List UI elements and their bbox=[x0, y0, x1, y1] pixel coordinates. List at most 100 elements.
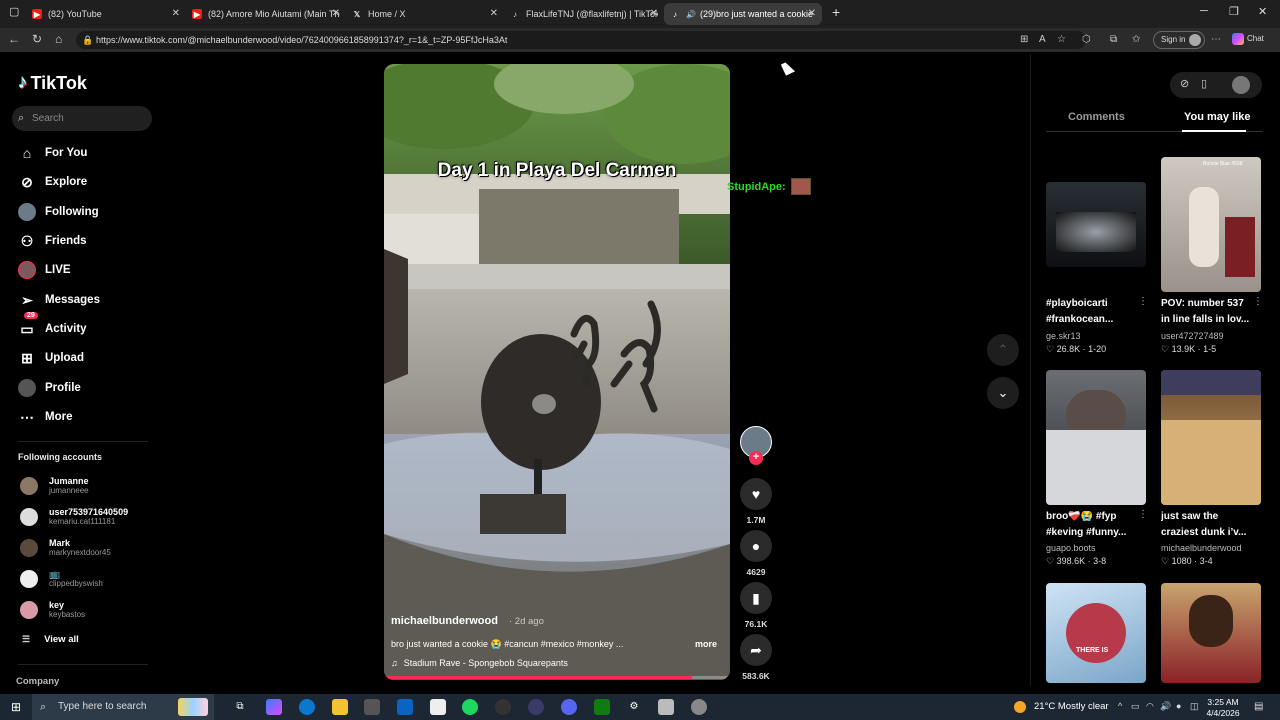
nav-more[interactable]: ⋯ More bbox=[18, 406, 72, 428]
favorite-star-icon[interactable]: ☆ bbox=[1057, 34, 1066, 45]
tiktok-logo[interactable]: ♪ TikTok bbox=[18, 72, 87, 94]
notifications-icon[interactable]: ▤ bbox=[1254, 701, 1263, 712]
language-icon[interactable]: ◫ bbox=[1190, 701, 1199, 712]
previous-video-button[interactable]: ⌃ bbox=[987, 334, 1019, 366]
volume-icon[interactable]: 🔊 bbox=[1160, 701, 1171, 712]
video-player[interactable]: Day 1 in Playa Del Carmen michaelbunderw… bbox=[384, 64, 730, 680]
nav-friends[interactable]: ⚇ Friends bbox=[18, 230, 87, 252]
more-dots-icon[interactable]: ⋮ bbox=[1138, 509, 1148, 520]
close-window-icon[interactable]: ✕ bbox=[1258, 5, 1267, 18]
nav-following[interactable]: Following bbox=[18, 201, 99, 223]
copilot-chat-button[interactable]: Chat bbox=[1232, 33, 1264, 45]
extensions-icon[interactable]: ⬡ bbox=[1082, 34, 1091, 45]
tab-you-may-like[interactable]: You may like bbox=[1184, 111, 1250, 123]
task-view-icon[interactable]: ⧉ bbox=[232, 699, 248, 715]
nav-live[interactable]: LIVE bbox=[18, 259, 71, 281]
card-stats: ♡ 1080 · 3-4 bbox=[1161, 556, 1213, 566]
xbox-icon[interactable] bbox=[594, 699, 610, 715]
read-aloud-icon[interactable]: A bbox=[1039, 34, 1046, 45]
video-progress-bar[interactable] bbox=[384, 676, 730, 679]
follow-plus-icon[interactable]: + bbox=[749, 451, 763, 465]
close-tab-icon[interactable]: ✕ bbox=[808, 8, 816, 19]
search-icon: ⌕ bbox=[18, 112, 25, 124]
paper-plane-icon: ➢ bbox=[21, 291, 33, 308]
close-tab-icon[interactable]: ✕ bbox=[650, 8, 658, 19]
tab-comments[interactable]: Comments bbox=[1068, 111, 1125, 123]
app-circle-icon[interactable] bbox=[691, 699, 707, 715]
home-icon[interactable]: ⌂ bbox=[55, 32, 62, 46]
system-clock[interactable]: 3:25 AM 4/4/2026 bbox=[1204, 697, 1242, 719]
view-all-link[interactable]: ☰ View all bbox=[22, 634, 79, 645]
account-name: Jumanne bbox=[49, 476, 89, 486]
profile-avatar-icon[interactable] bbox=[1232, 76, 1250, 94]
share-button[interactable]: ➦ 583.6K bbox=[740, 634, 772, 681]
edge-icon[interactable] bbox=[299, 699, 315, 715]
network-icon[interactable]: ▭ bbox=[1131, 701, 1140, 712]
copilot-icon[interactable] bbox=[266, 699, 282, 715]
split-screen-icon[interactable]: ⧉ bbox=[1110, 34, 1117, 45]
obs-icon[interactable] bbox=[495, 699, 511, 715]
close-tab-icon[interactable]: ✕ bbox=[490, 8, 498, 19]
minimize-icon[interactable]: ─ bbox=[1200, 5, 1208, 17]
close-tab-icon[interactable]: ✕ bbox=[172, 8, 180, 19]
tray-chevron-icon[interactable]: ^ bbox=[1118, 701, 1122, 711]
sign-in-button[interactable]: Sign in bbox=[1153, 31, 1205, 49]
browser-tab-flaxlife[interactable]: ♪ FlaxLifeTNJ (@flaxlifetnj) | TikTok ✕ bbox=[504, 3, 664, 25]
file-explorer-icon[interactable] bbox=[332, 699, 348, 715]
like-button[interactable]: ♥ 1.7M bbox=[740, 478, 772, 525]
save-button[interactable]: ▮ 76.1K bbox=[740, 582, 772, 629]
settings-gear-icon[interactable]: ⚙ bbox=[626, 699, 642, 715]
spotify-icon[interactable] bbox=[462, 699, 478, 715]
nav-label: For You bbox=[45, 147, 88, 159]
weather-widget[interactable]: 21°C Mostly clear bbox=[1014, 694, 1109, 720]
nav-explore[interactable]: ⊘ Explore bbox=[18, 171, 87, 193]
tab-actions-icon[interactable]: ▢ bbox=[9, 5, 19, 18]
comment-button[interactable]: ● 4629 bbox=[740, 530, 772, 577]
browser-tab-x[interactable]: 𝕏 Home / X ✕ bbox=[346, 3, 504, 25]
windows-start-icon[interactable]: ⊞ bbox=[8, 699, 24, 715]
video-thumbnail: Bonnie Blue #538 bbox=[1161, 157, 1261, 292]
avatar bbox=[20, 601, 38, 619]
more-dots-icon[interactable]: ⋮ bbox=[1138, 296, 1148, 307]
card-title-line2: in line falls in lov... bbox=[1161, 314, 1250, 325]
document-icon[interactable] bbox=[430, 699, 446, 715]
browser-tab-youtube[interactable]: ▶ (82) YouTube ✕ bbox=[26, 3, 186, 25]
more-button[interactable]: more bbox=[695, 639, 717, 649]
speaker-icon[interactable]: 🔊 bbox=[686, 9, 696, 19]
back-icon[interactable]: ← bbox=[8, 32, 20, 46]
card-likes: 26.8K bbox=[1056, 344, 1081, 354]
store-icon[interactable] bbox=[364, 699, 380, 715]
app-available-icon[interactable]: ⊞ bbox=[1020, 34, 1028, 45]
more-dots-icon[interactable]: ⋮ bbox=[1253, 296, 1263, 307]
wifi-icon[interactable]: ◠ bbox=[1146, 701, 1154, 712]
video-author[interactable]: michaelbunderwood bbox=[391, 615, 498, 627]
music-link[interactable]: ♫ Stadium Rave - Spongebob Squarepants bbox=[391, 658, 568, 668]
search-input[interactable]: ⌕ Search bbox=[12, 106, 152, 131]
next-video-button[interactable]: ⌄ bbox=[987, 377, 1019, 409]
taskbar-search[interactable]: ⌕ Type here to search bbox=[32, 694, 214, 720]
favorites-icon[interactable]: ✩ bbox=[1132, 34, 1140, 45]
new-tab-icon[interactable]: + bbox=[832, 4, 840, 20]
company-heading[interactable]: Company bbox=[16, 676, 59, 687]
media-app-icon[interactable] bbox=[528, 699, 544, 715]
url-field[interactable]: 🔒 https://www.tiktok.com/@michaelbunderw… bbox=[76, 31, 1086, 49]
nav-upload[interactable]: ⊞ Upload bbox=[18, 347, 84, 369]
mail-icon[interactable] bbox=[397, 699, 413, 715]
nav-for-you[interactable]: ⌂ For You bbox=[18, 142, 88, 164]
nav-messages[interactable]: ➢ Messages bbox=[18, 289, 100, 311]
more-options-icon[interactable]: ⋯ bbox=[1211, 34, 1221, 45]
close-tab-icon[interactable]: ✕ bbox=[332, 8, 340, 19]
nav-label: LIVE bbox=[45, 264, 71, 276]
refresh-icon[interactable]: ↻ bbox=[32, 32, 42, 46]
device-icon[interactable]: ▯ bbox=[1201, 77, 1207, 90]
nav-profile[interactable]: Profile bbox=[18, 377, 81, 399]
browser-tab-active[interactable]: ♪ 🔊 (29)bro just wanted a cookie 😭 ✕ bbox=[664, 3, 822, 25]
compass-icon[interactable]: ⊘ bbox=[1180, 77, 1189, 90]
sidebar-divider bbox=[18, 664, 148, 665]
nav-activity[interactable]: ▭ 29 Activity bbox=[18, 312, 87, 340]
discord-icon[interactable] bbox=[561, 699, 577, 715]
security-shield-icon[interactable] bbox=[658, 699, 674, 715]
microphone-icon[interactable]: ● bbox=[1176, 701, 1181, 711]
browser-tab-amore[interactable]: ▶ (82) Amore Mio Aiutami (Main The ✕ bbox=[186, 3, 346, 25]
maximize-icon[interactable]: ❐ bbox=[1229, 5, 1239, 18]
